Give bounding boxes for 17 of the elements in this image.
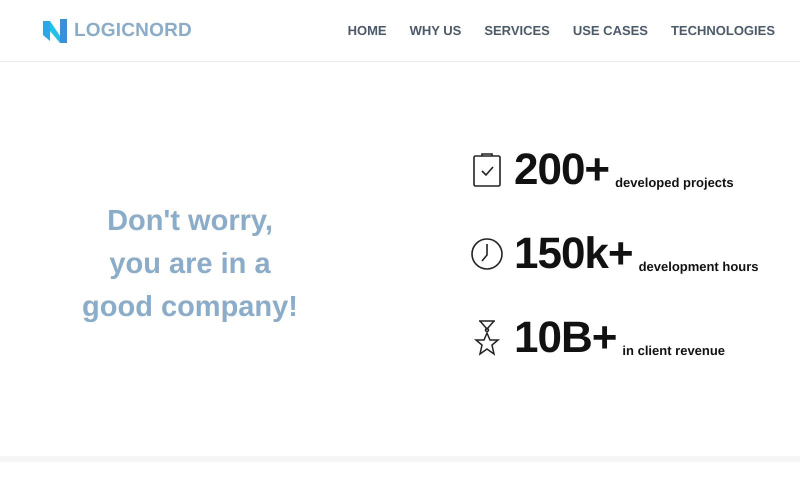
logo-text: LOGICNORD [74,20,192,42]
nav-link[interactable]: HOME [348,23,387,38]
stat-label: developed projects [615,175,734,190]
medal-icon [473,319,501,357]
headline: Don't worry, you are in a good company! [82,204,298,324]
nav-link[interactable]: SERVICES [484,23,550,38]
stat-value: 150k+ [514,232,633,276]
stat-label: in client revenue [622,343,726,358]
nav-link[interactable]: WHY US [410,23,462,38]
clock-icon [470,237,504,271]
nav-link[interactable]: TECHNOLOGIES [670,23,775,38]
clipboard-icon [472,152,502,188]
stat-value: 10B+ [514,316,616,360]
stat-value: 200+ [514,148,610,192]
nav-link[interactable]: USE CASES [572,23,648,38]
stat-label: development hours [638,259,758,274]
logo-icon [42,18,68,44]
